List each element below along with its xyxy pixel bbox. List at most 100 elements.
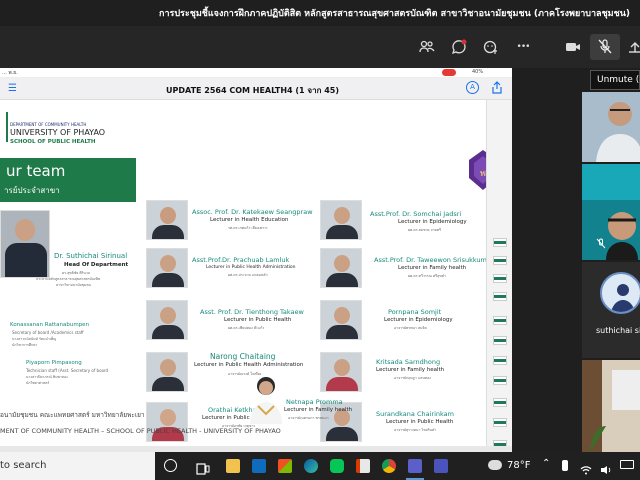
office-icon[interactable]	[356, 459, 370, 473]
lecturer-photo	[146, 352, 188, 392]
team-banner: ur team ารย์ประจำสาขา	[0, 158, 136, 202]
battery-text: 40%	[472, 69, 484, 75]
lecturer-role: Lecturer in Family health	[376, 367, 445, 373]
head-role: Head Of Department	[64, 262, 129, 268]
lecturer-th: อาจารย์กฤษฎา แสนทอง	[394, 376, 431, 380]
head-th-line3: สาขาวิชาอนามัยชุมชน	[56, 283, 92, 287]
chevron-up-icon[interactable]: ⌃	[542, 458, 550, 469]
lecturer-photo	[146, 402, 188, 442]
university-name: UNIVERSITY OF PHAYAO	[10, 128, 106, 137]
page-thumbnail[interactable]	[493, 376, 507, 385]
lecturer-name: Asst. Prof. Dr. Tienthong Takaew	[200, 308, 304, 316]
lecturer-th: รศ.ดร.เกศแก้ว เสียงเพราะ	[228, 226, 268, 230]
meeting-toolbar: •••	[0, 26, 640, 68]
lecturer-name: Asst.Prof.Dr. Prachuab Lamluk	[192, 256, 290, 264]
document-title: UPDATE 2564 COM HEALTH4 (1 จาก 45)	[166, 86, 339, 95]
participant-tile[interactable]: suthichai sir	[582, 262, 640, 358]
page-thumbnails[interactable]	[486, 100, 512, 449]
battery-icon[interactable]	[620, 460, 634, 469]
phone-status-bar: ... พ.ย. 40%	[0, 68, 512, 78]
share-icon[interactable]	[624, 36, 640, 58]
lecturer-name: Pornpana Somjit	[388, 308, 442, 316]
school-name: SCHOOL OF PUBLIC HEALTH	[10, 139, 96, 145]
staff-th2: นักวิชาการศึกษา	[12, 343, 38, 347]
page-thumbnail[interactable]	[493, 356, 507, 365]
teams-alt-icon[interactable]	[434, 459, 448, 473]
mic-muted-icon	[596, 238, 606, 252]
reactions-icon[interactable]	[480, 36, 502, 58]
lecturer-th: ผศ.ดร.เทียนทอง ต๊ะแก้ว	[228, 326, 265, 330]
lecturer-role: Lecturer in Epidemiology	[384, 317, 453, 323]
shared-screen: ... พ.ย. 40% ☰ UPDATE 2564 COM HEALTH4 (…	[0, 68, 512, 452]
page-thumbnail[interactable]	[493, 274, 507, 283]
file-explorer-icon[interactable]	[226, 459, 240, 473]
page-thumbnail[interactable]	[493, 316, 507, 325]
edge-icon[interactable]	[304, 459, 318, 473]
camera-icon[interactable]	[562, 36, 584, 58]
lecturer-name: Kritsada Sarndhong	[376, 358, 441, 366]
participant-video[interactable]	[582, 164, 640, 260]
search-placeholder: to search	[0, 460, 47, 471]
more-icon[interactable]: •••	[512, 36, 534, 58]
lecturer-th: ผศ.ดร.สมชาย จาดศรี	[408, 228, 441, 232]
microphone-icon[interactable]	[562, 460, 568, 471]
weather-icon	[488, 460, 502, 470]
store-icon[interactable]	[278, 459, 292, 473]
list-icon[interactable]: ☰	[8, 83, 17, 94]
staff-th2: นักวิทยาศาสตร์	[26, 381, 50, 385]
page-thumbnail[interactable]	[493, 336, 507, 345]
speaker-icon[interactable]	[600, 460, 612, 479]
participant-gallery: suthichai sir	[582, 68, 640, 452]
lecturer-role: Lecturer in Public Health Administration	[206, 265, 296, 270]
lecturer-role: Lecturer in Family health	[284, 407, 353, 413]
dept-small-label: DEPARTMENT OF COMMUNITY HEALTH	[10, 122, 87, 127]
lecturer-role: Lecturer in Public Health	[386, 419, 454, 425]
lecturer-name: Narong Chaitaing	[210, 352, 276, 361]
page-thumbnail[interactable]	[493, 238, 507, 247]
lecturer-name: Assoc. Prof. Dr. Katekaew Seangpraw	[192, 208, 313, 216]
avatar	[600, 272, 640, 314]
share-doc-icon[interactable]	[492, 81, 502, 96]
status-time: ... พ.ย.	[2, 70, 18, 76]
page-thumbnail[interactable]	[493, 418, 507, 427]
lecturer-name: Asst.Prof. Dr. Somchai Jadsri	[370, 210, 462, 218]
chrome-icon[interactable]	[382, 459, 396, 473]
staff-role: Technician staff (Asst. Secretary of boa…	[26, 368, 109, 373]
mic-off-icon[interactable]	[590, 34, 620, 60]
wifi-icon[interactable]	[580, 460, 592, 479]
lecturer-role: Lecturer in Epidemiology	[398, 219, 467, 225]
lecturer-th: อาจารย์เนตรนภา พรหมมา	[288, 416, 329, 420]
participant-video[interactable]	[582, 360, 640, 452]
start-circle-icon[interactable]	[164, 459, 177, 472]
head-photo	[0, 210, 50, 278]
lecturer-name: Netnapa Promma	[286, 398, 343, 406]
lecturer-th: อาจารย์พรพนา สมจิต	[394, 326, 427, 330]
lecturer-role: Lecturer in Public Health	[224, 317, 292, 323]
page-thumbnail[interactable]	[493, 256, 507, 265]
footer-en: MENT OF COMMUNITY HEALTH – SCHOOL OF PUB…	[0, 427, 281, 435]
lecturer-photo	[320, 248, 362, 288]
people-icon[interactable]	[416, 36, 438, 58]
lecturer-photo	[246, 438, 286, 446]
page-thumbnail[interactable]	[493, 292, 507, 301]
temperature[interactable]: 78°F	[507, 460, 530, 471]
line-icon[interactable]	[330, 459, 344, 473]
staff-role: Secretary of board /Academics staff	[12, 330, 84, 335]
taskbar: to search 78°F ⌃	[0, 452, 640, 480]
footer-th: อนามัยชุมชน คณะแพทยศาสตร์ มหาวิทยาลัยพะเ…	[0, 411, 145, 419]
team-title: ur team	[6, 162, 66, 180]
lecturer-name: Surandkana Chairinkam	[376, 410, 454, 418]
page-thumbnail[interactable]	[493, 398, 507, 407]
search-box[interactable]: to search	[0, 452, 155, 480]
participant-video[interactable]	[582, 92, 640, 162]
participant-name: suthichai sir	[596, 326, 640, 335]
task-view-icon[interactable]	[196, 460, 210, 479]
annotate-icon[interactable]: A	[466, 81, 479, 94]
mail-icon[interactable]	[252, 459, 266, 473]
lecturer-role: Lecturer in Public Health Administration	[194, 362, 304, 368]
lecturer-photo	[146, 200, 188, 240]
teams-icon[interactable]	[408, 459, 422, 473]
window-title: การประชุมชี้แจงการฝึกภาคปฏิบัติสิต หลักส…	[0, 0, 640, 26]
lecturer-name: Asst.Prof. Dr. Taweewon Srisukkum	[374, 256, 487, 264]
chat-icon[interactable]	[448, 36, 470, 58]
